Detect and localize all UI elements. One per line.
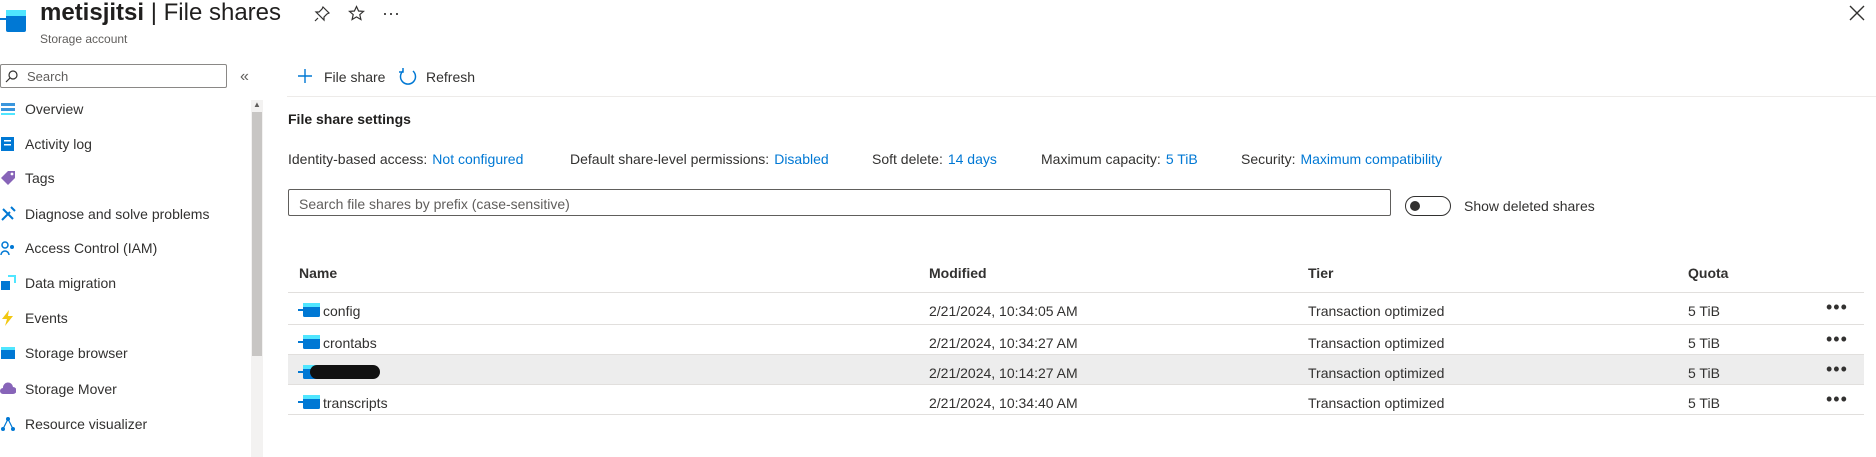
sidebar-item-label: Overview	[25, 101, 84, 117]
quota-cell: 5 TiB	[1688, 335, 1720, 351]
row-more-actions-icon[interactable]: •••	[1826, 389, 1848, 410]
storage-account-icon	[0, 10, 26, 32]
star-icon[interactable]	[348, 5, 365, 22]
add-file-share-button[interactable]: File share	[296, 66, 406, 88]
lightning-icon	[2, 310, 13, 326]
sidebar-item-label: Access Control (IAM)	[25, 240, 158, 256]
share-permissions-setting: Default share-level permissions: Disabled	[570, 151, 829, 167]
tier-cell: Transaction optimized	[1308, 395, 1445, 411]
sidebar-item-label: Resource visualizer	[25, 416, 148, 432]
sidebar-item-label: Tags	[25, 170, 55, 186]
column-header-name[interactable]: Name	[299, 265, 337, 281]
max-capacity-link[interactable]: 5 TiB	[1166, 151, 1198, 167]
sidebar-item-label: Storage browser	[25, 345, 128, 361]
sidebar-item-access-control-iam[interactable]: Access Control (IAM)	[0, 233, 246, 263]
sidebar-search-input[interactable]	[25, 68, 224, 85]
soft-delete-link[interactable]: 14 days	[948, 151, 997, 167]
row-more-actions-icon[interactable]: •••	[1826, 359, 1848, 380]
sidebar-item-activity-log[interactable]: Activity log	[0, 129, 246, 159]
security-link[interactable]: Maximum compatibility	[1300, 151, 1442, 167]
security-setting: Security: Maximum compatibility	[1241, 151, 1443, 167]
close-icon[interactable]	[1848, 4, 1866, 22]
more-actions-icon[interactable]: ···	[382, 3, 400, 23]
tier-cell: Transaction optimized	[1308, 335, 1445, 351]
column-header-quota[interactable]: Quota	[1688, 265, 1728, 281]
network-icon	[1, 417, 15, 431]
table-row[interactable]: 2/21/2024, 10:14:27 AM Transaction optimi…	[288, 355, 1864, 385]
sidebar-item-label: Data migration	[25, 275, 117, 291]
file-share-search-box[interactable]	[288, 189, 1391, 216]
plus-icon	[298, 69, 312, 83]
row-more-actions-icon[interactable]: •••	[1826, 297, 1848, 318]
people-icon	[0, 241, 14, 256]
share-permissions-link[interactable]: Disabled	[774, 151, 828, 167]
quota-cell: 5 TiB	[1688, 395, 1720, 411]
storage-browser-icon	[1, 347, 15, 359]
sidebar-item-label: Activity log	[25, 136, 92, 152]
sidebar-item-label: Diagnose and solve problems	[25, 206, 210, 222]
table-row[interactable]: config 2/21/2024, 10:34:05 AM Transaction …	[288, 293, 1864, 325]
identity-access-setting: Identity-based access: Not configured	[288, 151, 524, 167]
settings-heading: File share settings	[288, 111, 411, 127]
sidebar-item-data-migration[interactable]: Data migration	[0, 268, 246, 298]
row-more-actions-icon[interactable]: •••	[1826, 329, 1848, 350]
wrench-icon	[1, 206, 16, 221]
column-header-modified[interactable]: Modified	[929, 265, 987, 281]
refresh-icon	[399, 68, 417, 85]
soft-delete-setting: Soft delete: 14 days	[872, 151, 997, 167]
sidebar-item-storage-mover[interactable]: Storage Mover	[0, 374, 246, 404]
sidebar-search-box[interactable]	[0, 64, 227, 88]
sidebar-item-tags[interactable]: Tags	[0, 163, 246, 193]
modified-cell: 2/21/2024, 10:14:27 AM	[929, 365, 1078, 381]
sidebar-item-diagnose-and-solve-problems[interactable]: Diagnose and solve problems	[0, 199, 246, 229]
file-share-name-link[interactable]: crontabs	[323, 335, 377, 351]
toolbar-divider	[287, 96, 1876, 97]
scroll-up-arrow-icon[interactable]: ▲	[253, 100, 261, 109]
sidebar-item-overview[interactable]: Overview	[0, 94, 246, 124]
file-share-name-link[interactable]: config	[323, 303, 360, 319]
search-icon	[5, 70, 18, 83]
toggle-knob	[1410, 201, 1420, 211]
refresh-label: Refresh	[426, 69, 476, 85]
resource-type-subtitle: Storage account	[40, 32, 128, 46]
tier-cell: Transaction optimized	[1308, 365, 1445, 381]
add-file-share-label: File share	[324, 69, 386, 85]
max-capacity-setting: Maximum capacity: 5 TiB	[1041, 151, 1198, 167]
show-deleted-toggle[interactable]	[1405, 196, 1451, 216]
redacted-name	[310, 365, 380, 379]
modified-cell: 2/21/2024, 10:34:40 AM	[929, 395, 1078, 411]
page-title: metisjitsi | File shares	[40, 0, 281, 26]
refresh-button[interactable]: Refresh	[398, 66, 488, 88]
sidebar-item-events[interactable]: Events	[0, 303, 246, 333]
modified-cell: 2/21/2024, 10:34:05 AM	[929, 303, 1078, 319]
show-deleted-label: Show deleted shares	[1464, 198, 1595, 214]
sidebar-item-label: Storage Mover	[25, 381, 117, 397]
sidebar-item-storage-browser[interactable]: Storage browser	[0, 338, 246, 368]
collapse-sidebar-icon[interactable]: «	[240, 68, 249, 86]
file-share-search-input[interactable]	[297, 195, 1381, 213]
overview-icon	[1, 103, 15, 115]
column-header-tier[interactable]: Tier	[1308, 265, 1333, 281]
sidebar-scrollbar-thumb[interactable]	[252, 112, 262, 356]
table-row[interactable]: transcripts 2/21/2024, 10:34:40 AM Transac…	[288, 385, 1864, 415]
table-row[interactable]: crontabs 2/21/2024, 10:34:27 AM Transactio…	[288, 325, 1864, 355]
data-migration-icon	[1, 275, 16, 290]
sidebar-item-resource-visualizer[interactable]: Resource visualizer	[0, 409, 246, 439]
pin-icon[interactable]	[314, 6, 330, 22]
modified-cell: 2/21/2024, 10:34:27 AM	[929, 335, 1078, 351]
file-share-icon	[298, 395, 320, 409]
file-share-icon	[298, 303, 320, 317]
sidebar-item-label: Events	[25, 310, 68, 326]
cloud-icon	[0, 382, 16, 394]
file-share-name-link[interactable]: transcripts	[323, 395, 388, 411]
tag-icon	[1, 171, 15, 185]
tier-cell: Transaction optimized	[1308, 303, 1445, 319]
quota-cell: 5 TiB	[1688, 365, 1720, 381]
activity-log-icon	[1, 137, 14, 151]
quota-cell: 5 TiB	[1688, 303, 1720, 319]
identity-access-link[interactable]: Not configured	[432, 151, 523, 167]
file-share-icon	[298, 335, 320, 349]
